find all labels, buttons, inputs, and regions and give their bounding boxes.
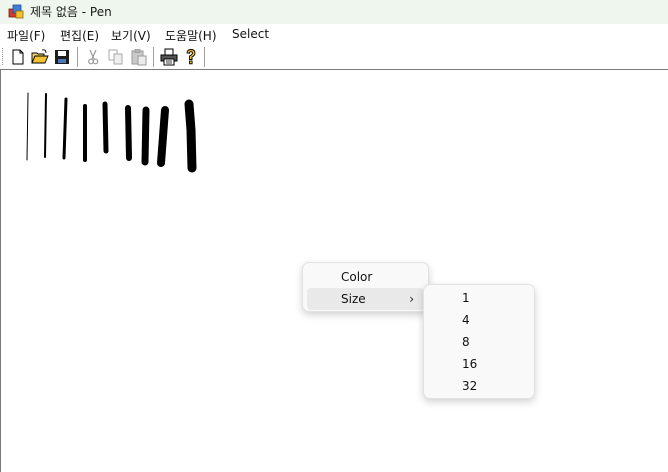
- size-option-4[interactable]: 4: [428, 309, 530, 331]
- pen-stroke: [102, 101, 109, 154]
- window-title: 제목 없음 - Pen: [30, 5, 112, 19]
- toolbar-separator: [204, 47, 206, 67]
- context-menu-item-size[interactable]: Size ›: [307, 288, 424, 310]
- open-folder-icon[interactable]: [31, 48, 49, 66]
- size-option-label: 8: [462, 335, 470, 349]
- toolbar: [0, 45, 668, 70]
- context-menu-item-color[interactable]: Color: [307, 266, 424, 288]
- menu-help[interactable]: 도움말(H): [165, 27, 217, 44]
- menu-view[interactable]: 보기(V): [111, 27, 151, 44]
- pen-stroke: [44, 93, 47, 158]
- size-option-label: 32: [462, 379, 478, 393]
- new-document-icon[interactable]: [9, 48, 27, 66]
- menu-bar: 파일(F) 편집(E) 보기(V) 도움말(H) Select: [0, 24, 668, 45]
- menu-edit[interactable]: 편집(E): [60, 27, 99, 44]
- color-label: Color: [341, 270, 373, 284]
- cut-scissors-icon[interactable]: [84, 48, 102, 66]
- size-option-label: 4: [462, 313, 470, 327]
- menu-file[interactable]: 파일(F): [7, 27, 45, 44]
- size-option-16[interactable]: 16: [428, 353, 530, 375]
- pen-stroke: [62, 97, 68, 160]
- title-bar[interactable]: 제목 없음 - Pen: [0, 0, 668, 24]
- pen-stroke: [141, 106, 150, 166]
- size-option-label: 16: [462, 357, 478, 371]
- chevron-right-icon: ›: [409, 292, 414, 306]
- size-option-32[interactable]: 32: [428, 375, 530, 397]
- context-menu: Color Size ›: [302, 262, 429, 312]
- size-option-8[interactable]: 8: [428, 331, 530, 353]
- copy-icon[interactable]: [107, 48, 125, 66]
- paste-icon[interactable]: [130, 48, 148, 66]
- help-question-icon[interactable]: [182, 48, 200, 66]
- size-label: Size: [341, 292, 366, 306]
- pen-stroke: [125, 105, 132, 161]
- toolbar-grip[interactable]: [2, 48, 6, 65]
- menu-select[interactable]: Select: [232, 27, 269, 41]
- size-option-1[interactable]: 1: [428, 287, 530, 309]
- print-icon[interactable]: [160, 48, 178, 66]
- pen-stroke: [157, 106, 169, 167]
- toolbar-separator: [153, 47, 155, 67]
- size-option-label: 1: [462, 291, 470, 305]
- pen-stroke: [184, 99, 197, 173]
- size-submenu: 1 4 8 16 32: [423, 284, 535, 399]
- save-disk-icon[interactable]: [53, 48, 71, 66]
- app-icon: [8, 4, 24, 19]
- toolbar-separator: [77, 47, 79, 67]
- pen-app-window: 제목 없음 - Pen 파일(F) 편집(E) 보기(V) 도움말(H) Sel…: [0, 0, 668, 472]
- pen-stroke: [26, 92, 29, 161]
